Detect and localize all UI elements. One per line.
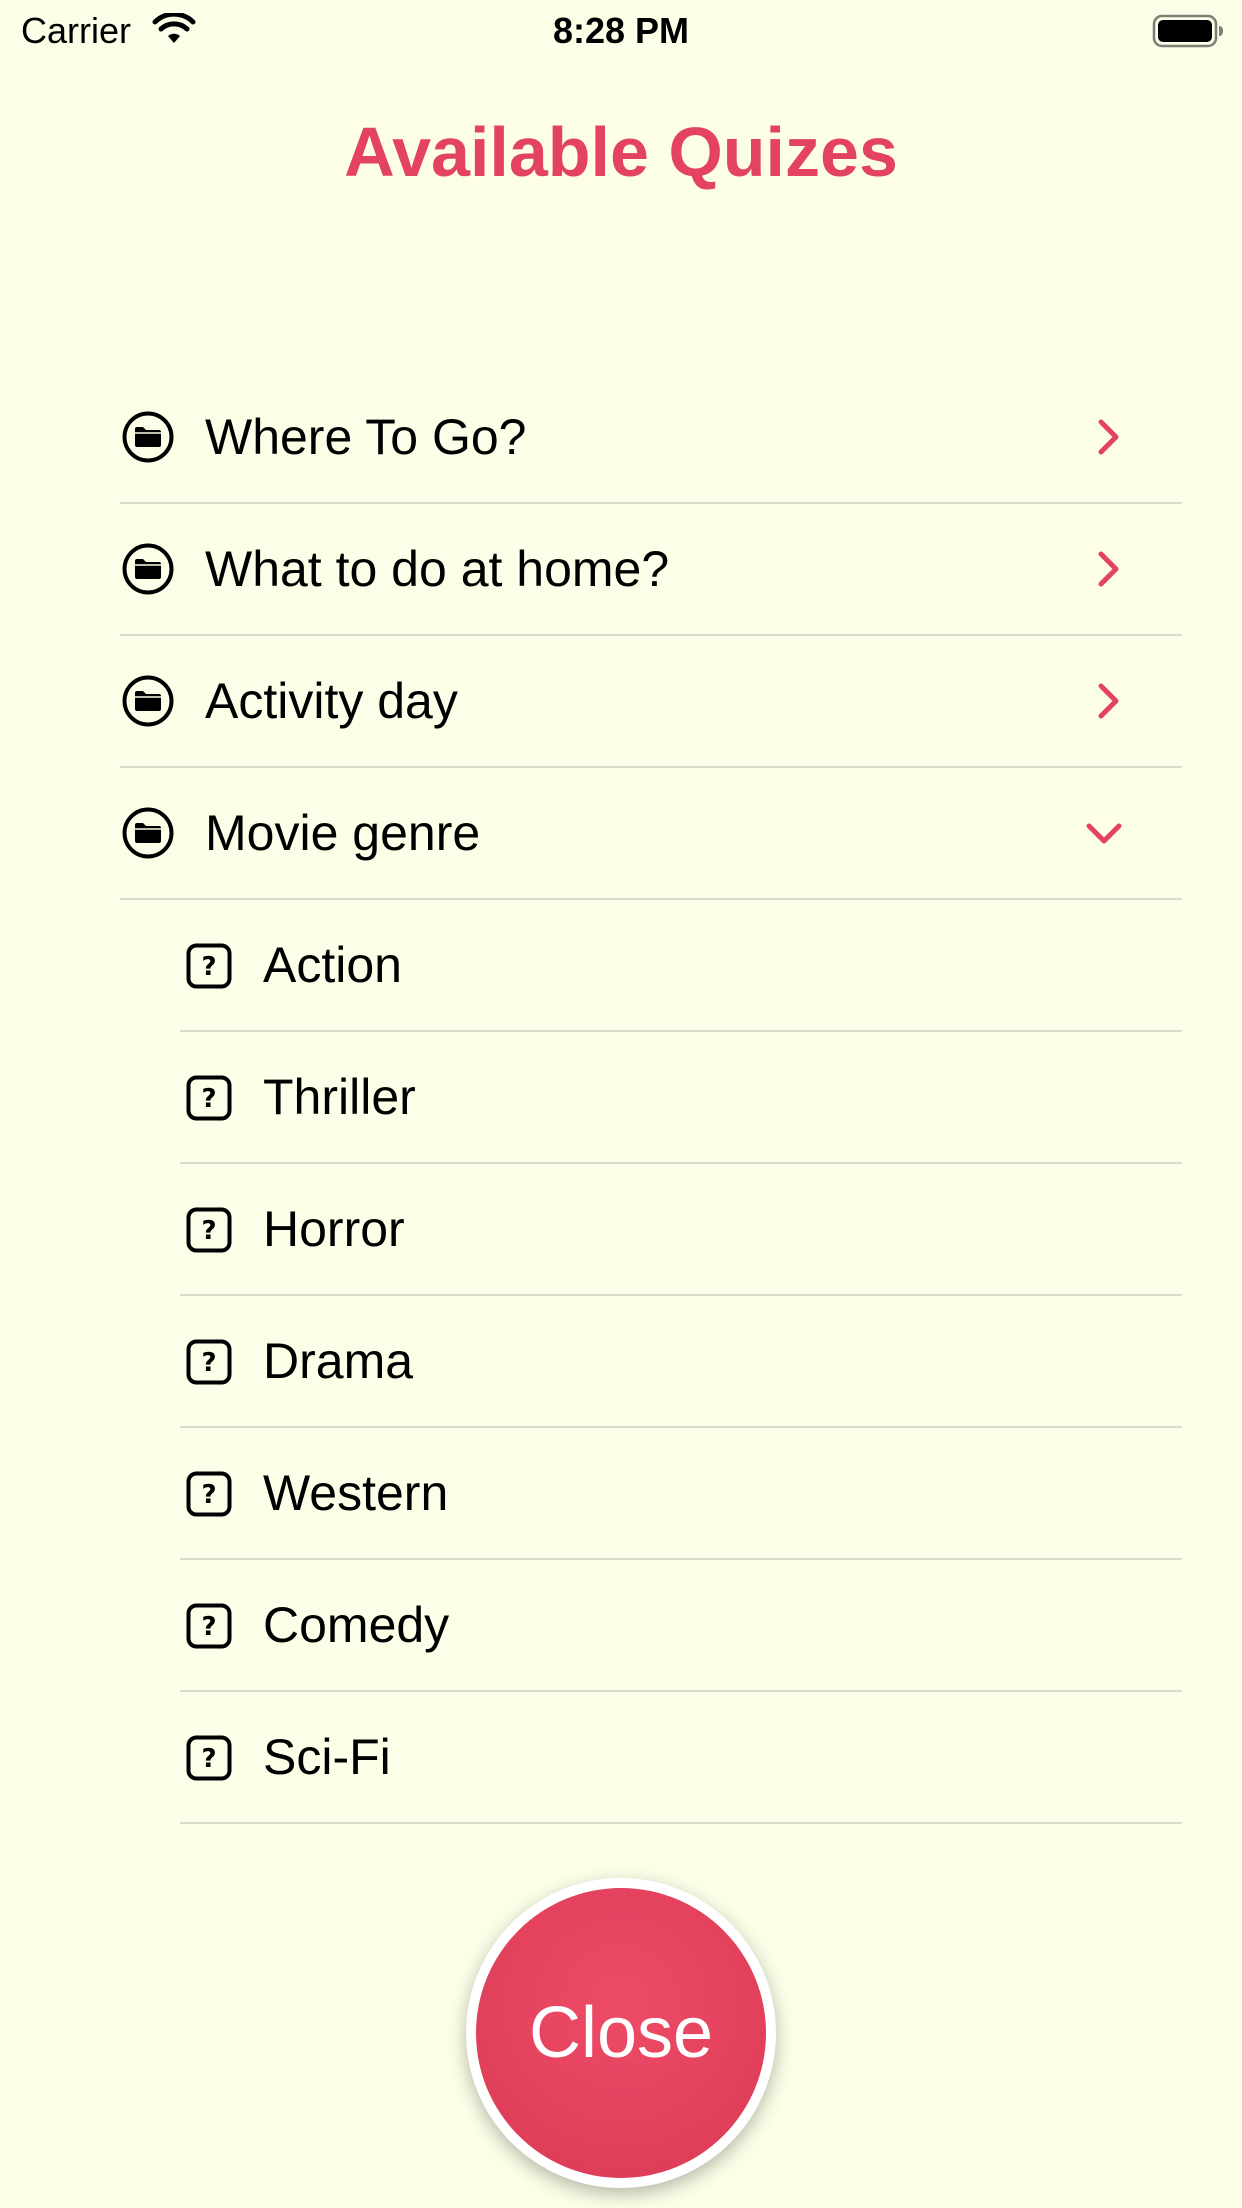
category-label: What to do at home? [205,541,670,597]
svg-text:?: ? [201,1084,216,1114]
question-icon: ? [186,1735,232,1781]
quiz-item-thriller[interactable]: ? Thriller [180,1032,1182,1164]
question-icon: ? [186,1339,232,1385]
quiz-item-label: Comedy [263,1597,450,1653]
chevron-right-icon [1098,683,1119,719]
category-row-what-to-do-at-home[interactable]: What to do at home? [120,504,1182,636]
quiz-item-label: Western [263,1465,449,1521]
quiz-item-western[interactable]: ? Western [180,1428,1182,1560]
svg-text:?: ? [201,1216,216,1246]
folder-icon [122,411,174,463]
category-label: Where To Go? [205,409,527,465]
category-row-activity-day[interactable]: Activity day [120,636,1182,768]
folder-icon [122,807,174,859]
quiz-item-label: Action [263,937,402,993]
folder-icon [122,675,174,727]
folder-icon [122,543,174,595]
quiz-item-horror[interactable]: ? Horror [180,1164,1182,1296]
close-button-face: Close [476,1888,766,2178]
close-button-label: Close [528,1993,714,2073]
close-button[interactable]: Close [466,1878,776,2188]
svg-text:?: ? [201,952,216,982]
category-row-movie-genre[interactable]: Movie genre [120,768,1182,900]
category-label: Activity day [205,673,458,729]
quiz-item-sci-fi[interactable]: ? Sci-Fi [180,1692,1182,1824]
question-icon: ? [186,1603,232,1649]
status-time: 8:28 PM [552,10,690,51]
category-label: Movie genre [205,805,481,861]
question-icon: ? [186,1075,232,1121]
quiz-item-label: Thriller [263,1069,416,1125]
question-icon: ? [186,1471,232,1517]
chevron-down-icon [1086,823,1122,844]
chevron-right-icon [1098,551,1119,587]
question-icon: ? [186,1207,232,1253]
quiz-item-action[interactable]: ? Action [180,900,1182,1032]
battery-icon [1152,14,1223,48]
page-title: Available Quizes [344,113,898,191]
svg-text:?: ? [201,1480,216,1510]
status-bar: Carrier 8:28 PM [0,0,1242,62]
question-icon: ? [186,943,232,989]
chevron-right-icon [1098,419,1119,455]
quiz-item-label: Sci-Fi [263,1729,391,1785]
quiz-item-drama[interactable]: ? Drama [180,1296,1182,1428]
quiz-item-label: Horror [263,1201,405,1257]
svg-text:?: ? [201,1744,216,1774]
quiz-item-comedy[interactable]: ? Comedy [180,1560,1182,1692]
svg-text:?: ? [201,1612,216,1642]
quiz-item-label: Drama [263,1333,414,1389]
category-row-where-to-go[interactable]: Where To Go? [120,372,1182,504]
svg-text:?: ? [201,1348,216,1378]
